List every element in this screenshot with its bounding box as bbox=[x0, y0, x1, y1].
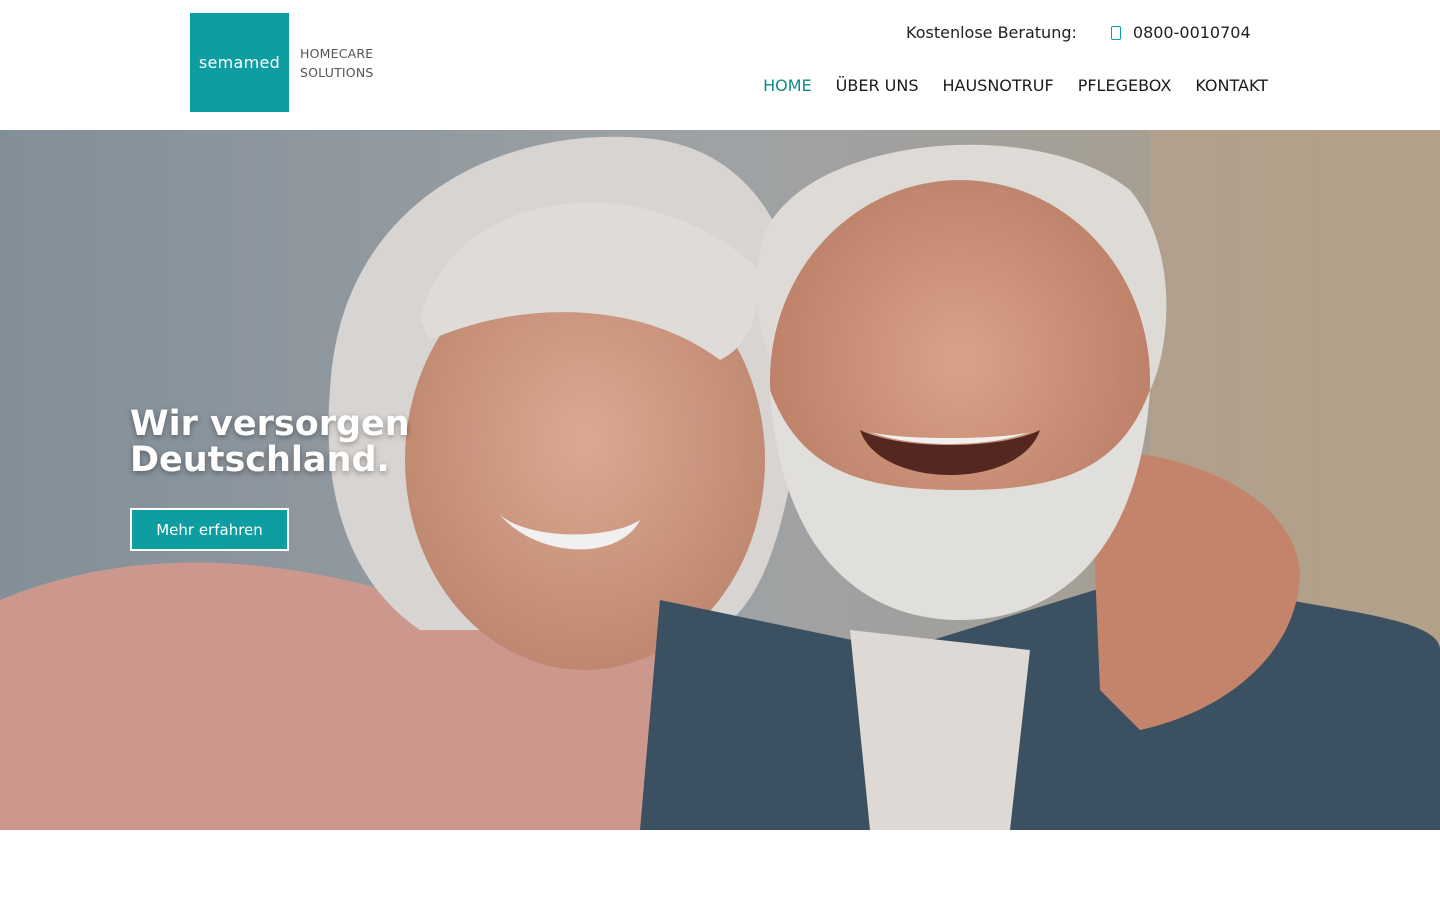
hero-background-image bbox=[0, 130, 1440, 830]
nav-item-kontakt[interactable]: KONTAKT bbox=[1195, 74, 1268, 98]
phone-link[interactable]: 0800-0010704 bbox=[1110, 22, 1251, 42]
hero-section: Wir versorgen Deutschland. Mehr erfahren bbox=[0, 130, 1440, 830]
hero-title: Wir versorgen Deutschland. bbox=[130, 404, 410, 480]
main-nav: HOME ÜBER UNS HAUSNOTRUF PFLEGEBOX KONTA… bbox=[763, 74, 1268, 98]
phone-icon bbox=[1110, 26, 1121, 40]
mehr-erfahren-button[interactable]: Mehr erfahren bbox=[130, 508, 289, 551]
site-header: semamed HOMECARE SOLUTIONS Kostenlose Be… bbox=[0, 0, 1440, 130]
contact-bar: Kostenlose Beratung: 0800-0010704 bbox=[906, 20, 1251, 44]
nav-item-hausnotruf[interactable]: HAUSNOTRUF bbox=[942, 74, 1053, 98]
phone-number: 0800-0010704 bbox=[1132, 22, 1251, 42]
logo-mark: semamed bbox=[190, 13, 289, 112]
logo-tagline-line2: SOLUTIONS bbox=[300, 64, 374, 80]
contact-label: Kostenlose Beratung: bbox=[906, 22, 1077, 42]
site-logo[interactable]: semamed HOMECARE SOLUTIONS bbox=[190, 13, 374, 112]
logo-tagline: HOMECARE SOLUTIONS bbox=[300, 44, 374, 82]
nav-item-ueber-uns[interactable]: ÜBER UNS bbox=[836, 74, 919, 98]
logo-brand-text: semamed bbox=[198, 53, 281, 72]
nav-item-pflegebox[interactable]: PFLEGEBOX bbox=[1078, 74, 1172, 98]
nav-item-home[interactable]: HOME bbox=[763, 74, 812, 98]
logo-tagline-line1: HOMECARE bbox=[300, 45, 374, 61]
